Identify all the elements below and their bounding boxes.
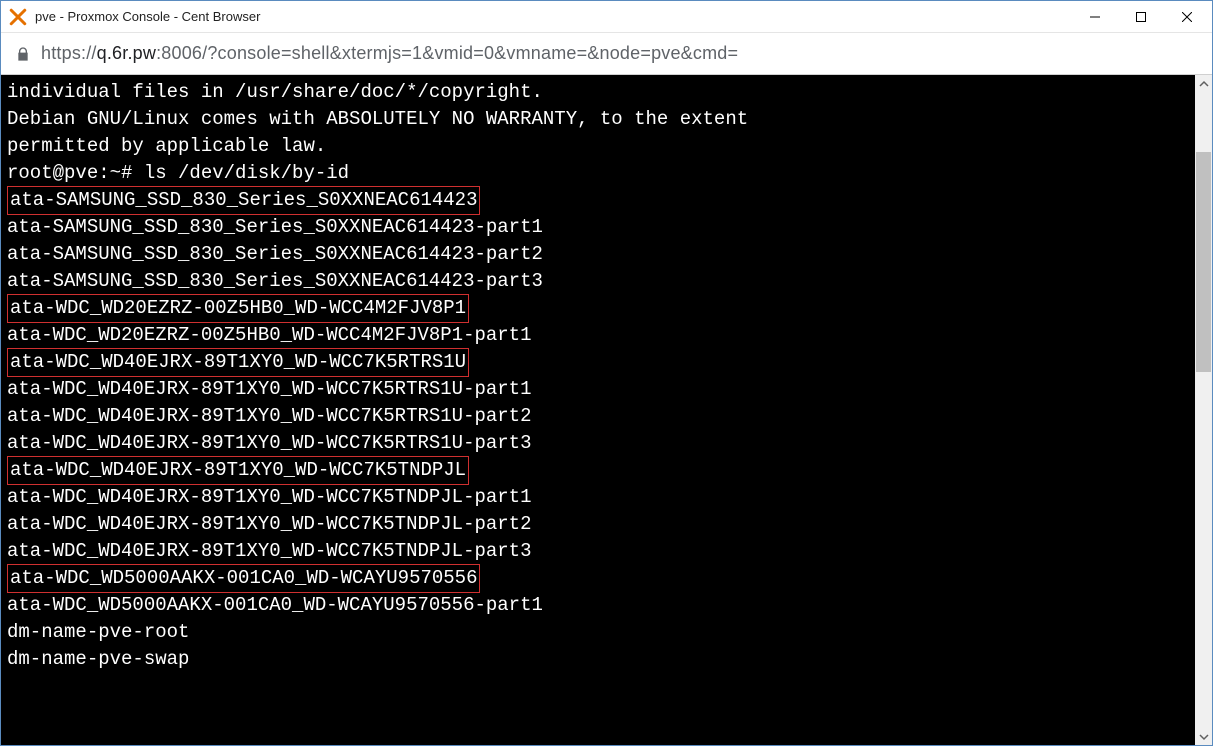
terminal-line: ata-SAMSUNG_SSD_830_Series_S0XXNEAC61442…: [7, 187, 1189, 214]
highlighted-disk-id: ata-WDC_WD40EJRX-89T1XY0_WD-WCC7K5RTRS1U: [7, 348, 469, 377]
terminal-line: ata-WDC_WD5000AAKX-001CA0_WD-WCAYU957055…: [7, 565, 1189, 592]
terminal-line: ata-WDC_WD40EJRX-89T1XY0_WD-WCC7K5TNDPJL…: [7, 484, 1189, 511]
terminal-line: ata-WDC_WD5000AAKX-001CA0_WD-WCAYU957055…: [7, 592, 1189, 619]
window-titlebar: pve - Proxmox Console - Cent Browser: [1, 1, 1212, 33]
terminal[interactable]: individual files in /usr/share/doc/*/cop…: [1, 75, 1195, 745]
terminal-line: ata-WDC_WD40EJRX-89T1XY0_WD-WCC7K5RTRS1U…: [7, 403, 1189, 430]
terminal-line: individual files in /usr/share/doc/*/cop…: [7, 79, 1189, 106]
address-bar[interactable]: https://q.6r.pw:8006/?console=shell&xter…: [1, 33, 1212, 75]
close-button[interactable]: [1164, 1, 1210, 32]
terminal-line: ata-SAMSUNG_SSD_830_Series_S0XXNEAC61442…: [7, 268, 1189, 295]
highlighted-disk-id: ata-SAMSUNG_SSD_830_Series_S0XXNEAC61442…: [7, 186, 480, 215]
url-path: :8006/?console=shell&xtermjs=1&vmid=0&vm…: [156, 43, 738, 63]
terminal-line: Debian GNU/Linux comes with ABSOLUTELY N…: [7, 106, 1189, 133]
minimize-button[interactable]: [1072, 1, 1118, 32]
window-controls: [1072, 1, 1210, 32]
highlighted-disk-id: ata-WDC_WD20EZRZ-00Z5HB0_WD-WCC4M2FJV8P1: [7, 294, 469, 323]
highlighted-disk-id: ata-WDC_WD5000AAKX-001CA0_WD-WCAYU957055…: [7, 564, 480, 593]
lock-icon: [15, 46, 31, 62]
terminal-line: ata-WDC_WD40EJRX-89T1XY0_WD-WCC7K5RTRS1U…: [7, 430, 1189, 457]
terminal-line: ata-SAMSUNG_SSD_830_Series_S0XXNEAC61442…: [7, 241, 1189, 268]
terminal-line: permitted by applicable law.: [7, 133, 1189, 160]
terminal-line: dm-name-pve-root: [7, 619, 1189, 646]
scroll-up-button[interactable]: [1195, 75, 1212, 92]
url-text: https://q.6r.pw:8006/?console=shell&xter…: [41, 43, 738, 64]
maximize-button[interactable]: [1118, 1, 1164, 32]
window-title: pve - Proxmox Console - Cent Browser: [35, 9, 1072, 24]
terminal-line: ata-WDC_WD40EJRX-89T1XY0_WD-WCC7K5RTRS1U: [7, 349, 1189, 376]
proxmox-icon: [9, 8, 27, 26]
terminal-line: ata-WDC_WD20EZRZ-00Z5HB0_WD-WCC4M2FJV8P1: [7, 295, 1189, 322]
scrollbar[interactable]: [1195, 75, 1212, 745]
terminal-line: ata-WDC_WD40EJRX-89T1XY0_WD-WCC7K5TNDPJL: [7, 457, 1189, 484]
url-host: q.6r.pw: [97, 43, 156, 63]
url-scheme: https://: [41, 43, 97, 63]
terminal-line: ata-WDC_WD40EJRX-89T1XY0_WD-WCC7K5TNDPJL…: [7, 511, 1189, 538]
highlighted-disk-id: ata-WDC_WD40EJRX-89T1XY0_WD-WCC7K5TNDPJL: [7, 456, 469, 485]
terminal-line: ata-WDC_WD40EJRX-89T1XY0_WD-WCC7K5TNDPJL…: [7, 538, 1189, 565]
terminal-line: root@pve:~# ls /dev/disk/by-id: [7, 160, 1189, 187]
terminal-line: ata-SAMSUNG_SSD_830_Series_S0XXNEAC61442…: [7, 214, 1189, 241]
terminal-container: individual files in /usr/share/doc/*/cop…: [1, 75, 1212, 745]
scrollbar-track[interactable]: [1195, 92, 1212, 728]
terminal-line: dm-name-pve-swap: [7, 646, 1189, 673]
terminal-line: ata-WDC_WD40EJRX-89T1XY0_WD-WCC7K5RTRS1U…: [7, 376, 1189, 403]
terminal-line: ata-WDC_WD20EZRZ-00Z5HB0_WD-WCC4M2FJV8P1…: [7, 322, 1189, 349]
scrollbar-thumb[interactable]: [1196, 152, 1211, 372]
scroll-down-button[interactable]: [1195, 728, 1212, 745]
